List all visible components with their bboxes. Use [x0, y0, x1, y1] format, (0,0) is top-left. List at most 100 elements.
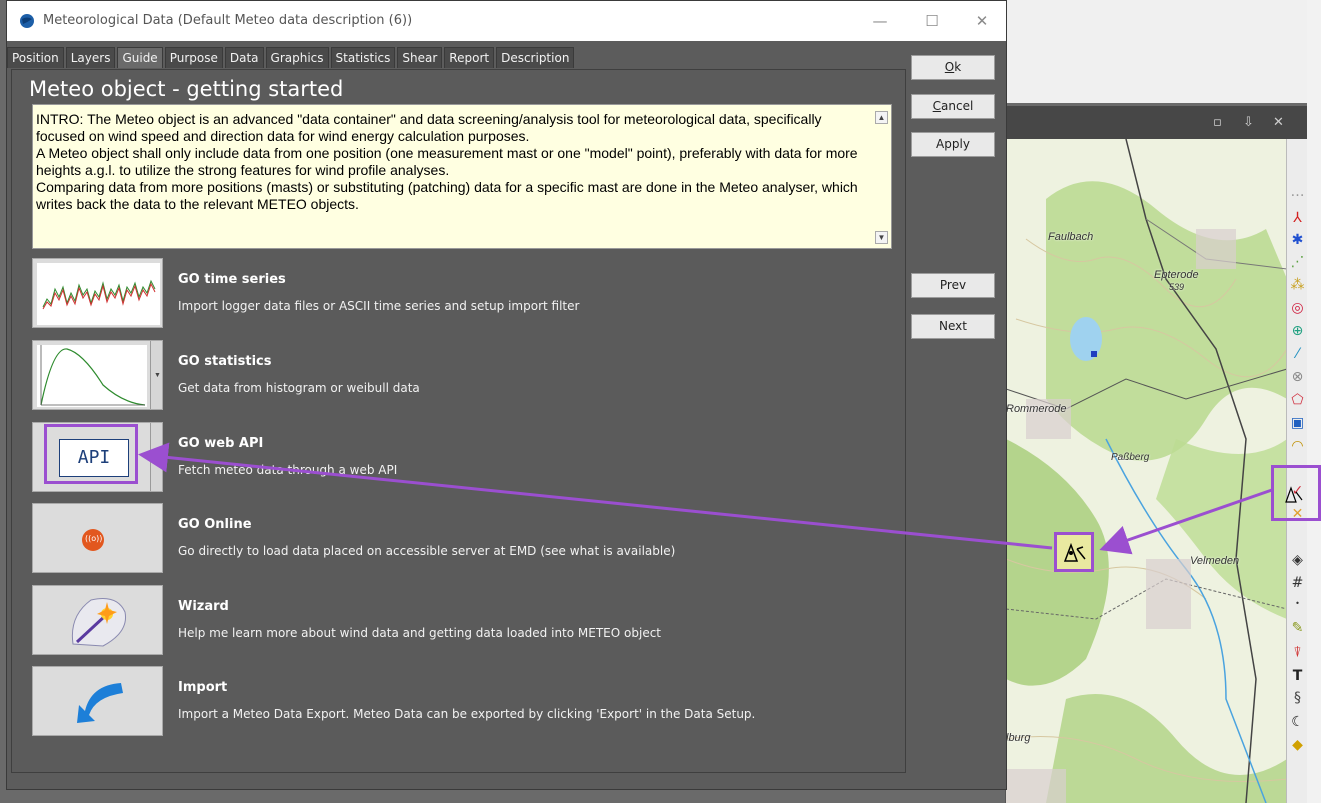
- tab-position[interactable]: Position: [7, 47, 64, 68]
- tab-report[interactable]: Report: [444, 47, 495, 68]
- statistics-thumbnail[interactable]: ▼: [32, 340, 163, 410]
- apply-button[interactable]: Apply: [911, 132, 995, 157]
- tab-bar: Position Layers Guide Purpose Data Graph…: [7, 47, 576, 69]
- background-edge: [1307, 0, 1321, 803]
- grid-object-icon[interactable]: ▣: [1287, 414, 1308, 432]
- import-thumbnail[interactable]: [32, 666, 163, 736]
- fence-icon[interactable]: #: [1287, 574, 1308, 592]
- tab-shear[interactable]: Shear: [397, 47, 443, 68]
- time-series-chart-icon: [37, 263, 160, 325]
- emd-online-icon: ((o)): [82, 529, 104, 551]
- cancel-button[interactable]: Cancel: [911, 94, 995, 119]
- topographic-map[interactable]: Faulbach Epterode 539 Rommerode Paßberg …: [1005, 139, 1286, 803]
- tab-purpose[interactable]: Purpose: [164, 47, 223, 68]
- intro-paragraph: Comparing data from more positions (mast…: [36, 179, 858, 212]
- camera-icon[interactable]: ⊕: [1287, 322, 1308, 340]
- dialog-titlebar: Meteorological Data (Default Meteo data …: [7, 1, 1006, 41]
- meteo-tool-icon: [1285, 486, 1303, 503]
- moon-icon[interactable]: ☾: [1287, 713, 1308, 731]
- prev-button[interactable]: Prev: [911, 273, 995, 298]
- small-dot-icon[interactable]: •: [1287, 595, 1308, 613]
- text-object-icon[interactable]: T: [1287, 667, 1308, 685]
- intro-textbox[interactable]: INTRO: The Meteo object is an advanced "…: [32, 104, 892, 249]
- wizard-desc: Help me learn more about wind data and g…: [178, 626, 661, 640]
- map-label-epterode: Epterode: [1154, 269, 1199, 281]
- radar-icon[interactable]: ⊗: [1287, 368, 1308, 386]
- map-restore-icon[interactable]: ▫: [1213, 115, 1222, 130]
- go-time-series-title[interactable]: GO time series: [178, 272, 286, 287]
- ok-button[interactable]: Ok: [911, 55, 995, 80]
- close-button[interactable]: ✕: [959, 9, 1005, 33]
- minimize-button[interactable]: —: [857, 9, 903, 33]
- go-online-item: ((o)) GO Online Go directly to load data…: [32, 503, 892, 573]
- import-arrow-icon: [77, 683, 123, 723]
- obstacle-icon[interactable]: ⁂: [1287, 276, 1308, 294]
- next-button[interactable]: Next: [911, 314, 995, 339]
- go-web-api-desc: Fetch meteo data through a web API: [178, 463, 398, 477]
- meteo-object-marker[interactable]: [1054, 532, 1094, 572]
- power-line-icon[interactable]: ⍒: [1287, 644, 1308, 662]
- turbine-group-icon[interactable]: ◆: [1287, 736, 1308, 754]
- map-close-icon[interactable]: ✕: [1273, 115, 1284, 130]
- statistics-dropdown-icon[interactable]: ▼: [150, 341, 162, 409]
- cancel-hotkey: C: [932, 99, 942, 113]
- wizard-item: Wizard Help me learn more about wind dat…: [32, 585, 892, 655]
- go-online-title[interactable]: GO Online: [178, 517, 252, 532]
- time-series-thumbnail[interactable]: [32, 258, 163, 328]
- intro-paragraph: INTRO: The Meteo object is an advanced "…: [36, 111, 822, 144]
- map-pin-icon[interactable]: ⇩: [1243, 115, 1254, 130]
- app-globe-icon: [20, 14, 34, 28]
- go-time-series-item: GO time series Import logger data files …: [32, 258, 892, 328]
- wtg-object-icon[interactable]: ⅄: [1287, 209, 1308, 227]
- import-desc: Import a Meteo Data Export. Meteo Data c…: [178, 707, 756, 721]
- map-label-faulbach: Faulbach: [1048, 231, 1094, 243]
- ok-hotkey: O: [944, 60, 955, 74]
- ok-label: k: [954, 60, 962, 74]
- tab-data[interactable]: Data: [224, 47, 264, 68]
- polygon-icon[interactable]: ⬠: [1287, 391, 1308, 409]
- online-thumbnail[interactable]: ((o)): [32, 503, 163, 573]
- noise-receptor-icon[interactable]: ◎: [1287, 299, 1308, 317]
- area-object-icon[interactable]: ⋰: [1287, 253, 1308, 271]
- map-label-rommerode: Rommerode: [1006, 403, 1067, 415]
- measure-icon[interactable]: §: [1287, 689, 1308, 707]
- wizard-thumbnail[interactable]: [32, 585, 163, 655]
- wizard-title[interactable]: Wizard: [178, 599, 229, 614]
- tab-graphics[interactable]: Graphics: [265, 47, 329, 68]
- meteo-marker-icon: [1063, 542, 1086, 562]
- go-web-api-title[interactable]: GO web API: [178, 436, 263, 451]
- pencil-icon[interactable]: ✎: [1287, 619, 1308, 637]
- toolbar-more-icon[interactable]: …: [1287, 183, 1308, 201]
- web-api-split[interactable]: [150, 423, 162, 491]
- tab-statistics[interactable]: Statistics: [330, 47, 396, 68]
- map-label-lburg: lburg: [1006, 732, 1031, 744]
- go-time-series-desc: Import logger data files or ASCII time s…: [178, 299, 580, 313]
- line-object-icon[interactable]: ⁄: [1287, 345, 1308, 363]
- import-title[interactable]: Import: [178, 680, 227, 695]
- tab-guide[interactable]: Guide: [117, 47, 163, 68]
- go-statistics-item: ▼ GO statistics Get data from histogram …: [32, 340, 892, 410]
- meteo-data-dialog: Meteorological Data (Default Meteo data …: [6, 0, 1007, 790]
- background-window-area: [1005, 0, 1307, 103]
- toolbar-highlight-box: [1271, 465, 1321, 521]
- maximize-button[interactable]: ☐: [909, 9, 955, 33]
- map-label-elevation: 539: [1169, 282, 1185, 292]
- map-label-velmeden: Velmeden: [1190, 555, 1240, 567]
- go-web-api-item: API GO web API Fetch meteo data through …: [32, 422, 892, 492]
- map-window-titlebar: ▫ ⇩ ✕: [1005, 106, 1307, 139]
- go-statistics-title[interactable]: GO statistics: [178, 354, 272, 369]
- existing-wtg-icon[interactable]: ✱: [1287, 231, 1308, 249]
- go-online-desc: Go directly to load data placed on acces…: [178, 544, 676, 558]
- tab-layers[interactable]: Layers: [65, 47, 116, 68]
- scroll-down-icon[interactable]: ▼: [875, 231, 888, 244]
- api-highlight-box: [44, 424, 138, 484]
- vr-camera-icon[interactable]: ◈: [1287, 551, 1308, 569]
- tab-description[interactable]: Description: [496, 47, 575, 68]
- intro-text: INTRO: The Meteo object is an advanced "…: [36, 111, 866, 213]
- scroll-up-icon[interactable]: ▲: [875, 111, 888, 124]
- go-statistics-desc: Get data from histogram or weibull data: [178, 381, 420, 395]
- map-label-passberg: Paßberg: [1111, 452, 1150, 463]
- hill-object-icon[interactable]: ◠: [1287, 437, 1308, 455]
- intro-paragraph: A Meteo object shall only include data f…: [36, 145, 858, 178]
- cancel-label: ancel: [941, 99, 974, 113]
